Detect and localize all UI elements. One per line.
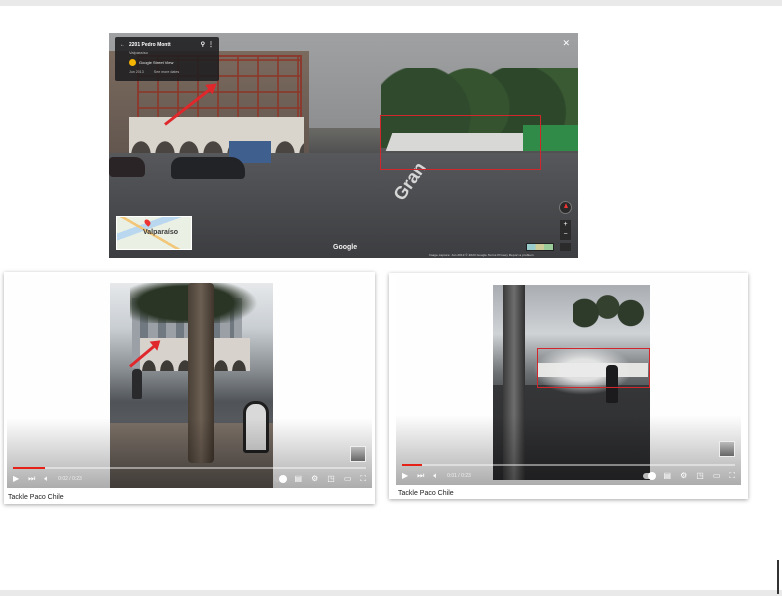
progress-fill	[402, 464, 422, 466]
google-watermark: Google	[333, 244, 358, 251]
building-arcade	[129, 117, 304, 155]
video-player[interactable]: ▶ ⏭ 🔈︎ 0:02 / 0:23 ▤ ⚙ ◳ ▭ ⛶	[7, 275, 372, 488]
close-icon[interactable]: ✕	[562, 38, 570, 49]
play-icon[interactable]: ▶	[13, 474, 19, 483]
capture-date: Jun 2013	[129, 70, 144, 74]
miniplayer-icon[interactable]: ◳	[696, 471, 704, 480]
miniplayer-icon[interactable]: ◳	[327, 474, 335, 483]
fullscreen-icon[interactable]: ⛶	[360, 474, 366, 483]
black-car	[171, 157, 245, 179]
volume-icon[interactable]: 🔈︎	[44, 474, 49, 483]
theater-icon[interactable]: ▭	[713, 471, 721, 480]
layers-icon[interactable]	[560, 243, 571, 251]
highlight-box	[380, 115, 541, 170]
subtitles-icon[interactable]: ▤	[664, 471, 672, 480]
progress-bar[interactable]	[13, 467, 366, 469]
compass-icon[interactable]	[559, 201, 572, 214]
next-icon[interactable]: ⏭	[417, 471, 424, 480]
zoom-out-button[interactable]: −	[560, 230, 571, 240]
next-icon[interactable]: ⏭	[28, 474, 35, 483]
street-view-panel[interactable]: Gran ← 2201 Pedro Montt ⚲ ⋮ Valparaíso G…	[109, 33, 578, 258]
autoplay-toggle[interactable]	[642, 471, 656, 480]
play-icon[interactable]: ▶	[402, 471, 408, 480]
map-footer: Image capture: Jun 2013 © 2023 Google Te…	[429, 253, 534, 257]
settings-icon[interactable]: ⚙	[311, 474, 318, 483]
source-label: Google Street View	[139, 60, 174, 65]
settings-icon[interactable]: ⚙	[680, 471, 687, 480]
street-view-icon	[129, 59, 136, 66]
fullscreen-icon[interactable]: ⛶	[729, 471, 735, 480]
autoplay-toggle[interactable]	[273, 474, 287, 483]
player-controls: ▶ ⏭ 🔈︎ 0:02 / 0:23 ▤ ⚙ ◳ ▭ ⛶	[13, 472, 366, 485]
time-display: 0:01 / 0:23	[447, 472, 471, 479]
progress-fill	[13, 467, 45, 469]
theater-icon[interactable]: ▭	[344, 474, 352, 483]
video-card-2: ▶ ⏭ 🔈︎ 0:01 / 0:23 ▤ ⚙ ◳ ▭ ⛶ Tackle Paco…	[389, 273, 748, 499]
volume-icon[interactable]: 🔈︎	[433, 471, 438, 480]
address-title: 2201 Pedro Montt	[129, 41, 171, 48]
arrow-left-icon[interactable]: ←	[120, 42, 125, 48]
video-player[interactable]: ▶ ⏭ 🔈︎ 0:01 / 0:23 ▤ ⚙ ◳ ▭ ⛶	[396, 275, 741, 485]
video-caption: Tackle Paco Chile	[398, 490, 454, 497]
see-more-dates-link[interactable]: See more dates	[154, 70, 179, 74]
zoom-in-button[interactable]: +	[560, 220, 571, 230]
player-controls: ▶ ⏭ 🔈︎ 0:01 / 0:23 ▤ ⚙ ◳ ▭ ⛶	[402, 469, 735, 482]
person	[132, 369, 142, 399]
zoom-control[interactable]: + −	[560, 220, 571, 240]
more-vert-icon[interactable]: ⋮	[208, 41, 214, 48]
highlight-box	[537, 348, 650, 388]
minimap[interactable]: Valparaíso	[116, 216, 192, 250]
progress-bar[interactable]	[402, 464, 735, 466]
location-info-card: ← 2201 Pedro Montt ⚲ ⋮ Valparaíso Google…	[115, 37, 219, 81]
channel-thumbnail[interactable]	[719, 441, 735, 457]
video-caption: Tackle Paco Chile	[8, 494, 64, 501]
map-pin-icon	[143, 218, 152, 227]
channel-thumbnail[interactable]	[350, 446, 366, 462]
parked-car	[109, 157, 145, 177]
imagery-thumbnails[interactable]	[526, 243, 554, 251]
page: Gran ← 2201 Pedro Montt ⚲ ⋮ Valparaíso G…	[0, 6, 782, 594]
minimap-label: Valparaíso	[143, 229, 179, 236]
video-card-1: ▶ ⏭ 🔈︎ 0:02 / 0:23 ▤ ⚙ ◳ ▭ ⛶ Tackle Paco…	[4, 272, 375, 504]
scrollbar[interactable]	[777, 560, 779, 594]
subtitles-icon[interactable]: ▤	[295, 474, 303, 483]
location-pin-icon[interactable]: ⚲	[201, 41, 205, 48]
locality: Valparaíso	[129, 50, 148, 55]
time-display: 0:02 / 0:23	[58, 475, 82, 482]
